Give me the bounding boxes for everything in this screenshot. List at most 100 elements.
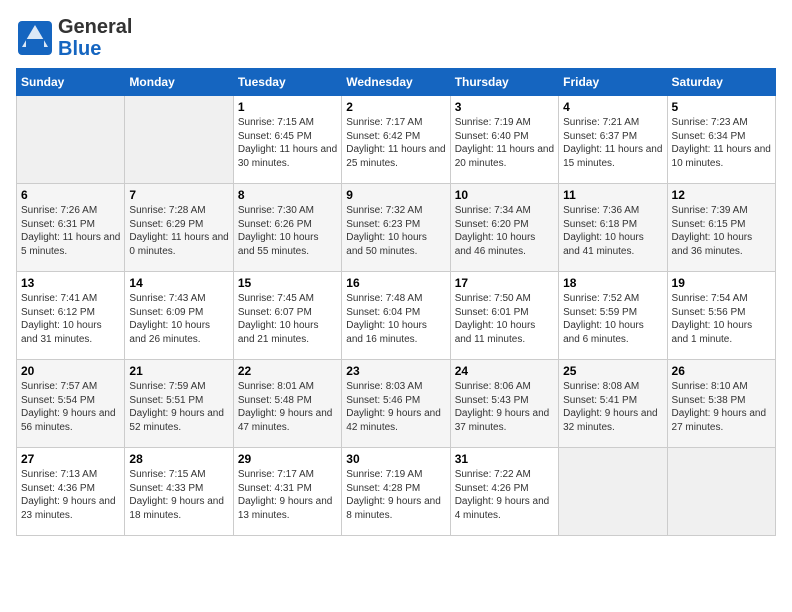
day-detail: Sunrise: 7:15 AMSunset: 4:33 PMDaylight:… xyxy=(129,468,228,522)
col-tuesday: Tuesday xyxy=(233,69,341,96)
calendar-cell: 20 Sunrise: 7:57 AMSunset: 5:54 PMDayligh… xyxy=(17,360,125,448)
calendar-cell: 29 Sunrise: 7:17 AMSunset: 4:31 PMDayligh… xyxy=(233,448,341,536)
calendar-header-row: Sunday Monday Tuesday Wednesday Thursday… xyxy=(17,69,776,96)
calendar-week-row: 1Sunrise: 7:15 AMSunset: 6:45 PMDaylight… xyxy=(17,96,776,184)
day-detail: Sunrise: 8:06 AMSunset: 5:43 PMDaylight:… xyxy=(455,380,554,434)
day-number: 30 xyxy=(346,452,445,466)
day-detail: Sunrise: 7:34 AMSunset: 6:20 PMDaylight:… xyxy=(455,204,554,258)
calendar-table: Sunday Monday Tuesday Wednesday Thursday… xyxy=(16,68,776,536)
calendar-cell xyxy=(17,96,125,184)
day-number: 12 xyxy=(672,188,771,202)
day-number: 24 xyxy=(455,364,554,378)
day-number: 13 xyxy=(21,276,120,290)
calendar-cell: 13 Sunrise: 7:41 AMSunset: 6:12 PMDayligh… xyxy=(17,272,125,360)
day-detail: Sunrise: 7:26 AMSunset: 6:31 PMDaylight:… xyxy=(21,204,120,258)
day-detail: Sunrise: 8:03 AMSunset: 5:46 PMDaylight:… xyxy=(346,380,445,434)
day-number: 23 xyxy=(346,364,445,378)
day-number: 7 xyxy=(129,188,228,202)
day-detail: Sunrise: 7:21 AMSunset: 6:37 PMDaylight:… xyxy=(563,116,662,170)
day-number: 6 xyxy=(21,188,120,202)
calendar-cell: 6 Sunrise: 7:26 AMSunset: 6:31 PMDaylight… xyxy=(17,184,125,272)
day-number: 22 xyxy=(238,364,337,378)
calendar-cell: 12 Sunrise: 7:39 AMSunset: 6:15 PMDayligh… xyxy=(667,184,775,272)
day-detail: Sunrise: 7:48 AMSunset: 6:04 PMDaylight:… xyxy=(346,292,445,346)
calendar-cell: 22 Sunrise: 8:01 AMSunset: 5:48 PMDayligh… xyxy=(233,360,341,448)
day-detail: Sunrise: 7:54 AMSunset: 5:56 PMDaylight:… xyxy=(672,292,771,346)
calendar-cell xyxy=(667,448,775,536)
logo: General Blue xyxy=(16,16,132,60)
day-number: 15 xyxy=(238,276,337,290)
col-thursday: Thursday xyxy=(450,69,558,96)
calendar-cell: 1Sunrise: 7:15 AMSunset: 6:45 PMDaylight… xyxy=(233,96,341,184)
day-detail: Sunrise: 7:39 AMSunset: 6:15 PMDaylight:… xyxy=(672,204,771,258)
day-detail: Sunrise: 7:22 AMSunset: 4:26 PMDaylight:… xyxy=(455,468,554,522)
col-sunday: Sunday xyxy=(17,69,125,96)
calendar-cell: 26Sunrise: 8:10 AMSunset: 5:38 PMDayligh… xyxy=(667,360,775,448)
day-detail: Sunrise: 8:08 AMSunset: 5:41 PMDaylight:… xyxy=(563,380,662,434)
day-detail: Sunrise: 7:32 AMSunset: 6:23 PMDaylight:… xyxy=(346,204,445,258)
day-number: 28 xyxy=(129,452,228,466)
day-detail: Sunrise: 7:57 AMSunset: 5:54 PMDaylight:… xyxy=(21,380,120,434)
calendar-cell: 7 Sunrise: 7:28 AMSunset: 6:29 PMDaylight… xyxy=(125,184,233,272)
day-detail: Sunrise: 7:17 AMSunset: 4:31 PMDaylight:… xyxy=(238,468,337,522)
day-number: 31 xyxy=(455,452,554,466)
col-saturday: Saturday xyxy=(667,69,775,96)
calendar-cell: 4 Sunrise: 7:21 AMSunset: 6:37 PMDaylight… xyxy=(559,96,667,184)
calendar-cell: 17Sunrise: 7:50 AMSunset: 6:01 PMDayligh… xyxy=(450,272,558,360)
calendar-week-row: 13 Sunrise: 7:41 AMSunset: 6:12 PMDayligh… xyxy=(17,272,776,360)
logo-blue-text: Blue xyxy=(58,38,132,60)
calendar-cell: 23 Sunrise: 8:03 AMSunset: 5:46 PMDayligh… xyxy=(342,360,450,448)
logo-general-text: General xyxy=(58,16,132,38)
day-number: 3 xyxy=(455,100,554,114)
calendar-cell xyxy=(125,96,233,184)
day-detail: Sunrise: 7:59 AMSunset: 5:51 PMDaylight:… xyxy=(129,380,228,434)
day-detail: Sunrise: 7:19 AMSunset: 4:28 PMDaylight:… xyxy=(346,468,445,522)
day-detail: Sunrise: 7:36 AMSunset: 6:18 PMDaylight:… xyxy=(563,204,662,258)
day-number: 20 xyxy=(21,364,120,378)
day-number: 8 xyxy=(238,188,337,202)
logo-icon xyxy=(16,19,54,57)
day-detail: Sunrise: 8:01 AMSunset: 5:48 PMDaylight:… xyxy=(238,380,337,434)
day-number: 27 xyxy=(21,452,120,466)
day-detail: Sunrise: 7:41 AMSunset: 6:12 PMDaylight:… xyxy=(21,292,120,346)
calendar-cell: 8Sunrise: 7:30 AMSunset: 6:26 PMDaylight… xyxy=(233,184,341,272)
day-number: 1 xyxy=(238,100,337,114)
calendar-cell: 11 Sunrise: 7:36 AMSunset: 6:18 PMDayligh… xyxy=(559,184,667,272)
calendar-cell: 15 Sunrise: 7:45 AMSunset: 6:07 PMDayligh… xyxy=(233,272,341,360)
day-number: 16 xyxy=(346,276,445,290)
day-number: 21 xyxy=(129,364,228,378)
day-number: 11 xyxy=(563,188,662,202)
day-detail: Sunrise: 7:50 AMSunset: 6:01 PMDaylight:… xyxy=(455,292,554,346)
calendar-cell: 25 Sunrise: 8:08 AMSunset: 5:41 PMDayligh… xyxy=(559,360,667,448)
col-monday: Monday xyxy=(125,69,233,96)
day-detail: Sunrise: 7:45 AMSunset: 6:07 PMDaylight:… xyxy=(238,292,337,346)
calendar-cell: 18 Sunrise: 7:52 AMSunset: 5:59 PMDayligh… xyxy=(559,272,667,360)
calendar-cell: 10 Sunrise: 7:34 AMSunset: 6:20 PMDayligh… xyxy=(450,184,558,272)
day-number: 5 xyxy=(672,100,771,114)
calendar-cell: 3Sunrise: 7:19 AMSunset: 6:40 PMDaylight… xyxy=(450,96,558,184)
day-detail: Sunrise: 7:23 AMSunset: 6:34 PMDaylight:… xyxy=(672,116,771,170)
day-number: 2 xyxy=(346,100,445,114)
day-number: 19 xyxy=(672,276,771,290)
day-detail: Sunrise: 7:52 AMSunset: 5:59 PMDaylight:… xyxy=(563,292,662,346)
day-number: 29 xyxy=(238,452,337,466)
day-detail: Sunrise: 7:28 AMSunset: 6:29 PMDaylight:… xyxy=(129,204,228,258)
day-number: 4 xyxy=(563,100,662,114)
col-friday: Friday xyxy=(559,69,667,96)
calendar-week-row: 6 Sunrise: 7:26 AMSunset: 6:31 PMDaylight… xyxy=(17,184,776,272)
day-number: 26 xyxy=(672,364,771,378)
calendar-cell: 19 Sunrise: 7:54 AMSunset: 5:56 PMDayligh… xyxy=(667,272,775,360)
day-detail: Sunrise: 7:17 AMSunset: 6:42 PMDaylight:… xyxy=(346,116,445,170)
day-number: 14 xyxy=(129,276,228,290)
calendar-week-row: 27Sunrise: 7:13 AMSunset: 4:36 PMDayligh… xyxy=(17,448,776,536)
calendar-cell: 27Sunrise: 7:13 AMSunset: 4:36 PMDayligh… xyxy=(17,448,125,536)
page-header: General Blue xyxy=(16,16,776,60)
calendar-cell: 14Sunrise: 7:43 AMSunset: 6:09 PMDayligh… xyxy=(125,272,233,360)
day-number: 25 xyxy=(563,364,662,378)
col-wednesday: Wednesday xyxy=(342,69,450,96)
calendar-cell: 9 Sunrise: 7:32 AMSunset: 6:23 PMDaylight… xyxy=(342,184,450,272)
day-number: 18 xyxy=(563,276,662,290)
calendar-cell: 30 Sunrise: 7:19 AMSunset: 4:28 PMDayligh… xyxy=(342,448,450,536)
day-number: 9 xyxy=(346,188,445,202)
day-number: 10 xyxy=(455,188,554,202)
